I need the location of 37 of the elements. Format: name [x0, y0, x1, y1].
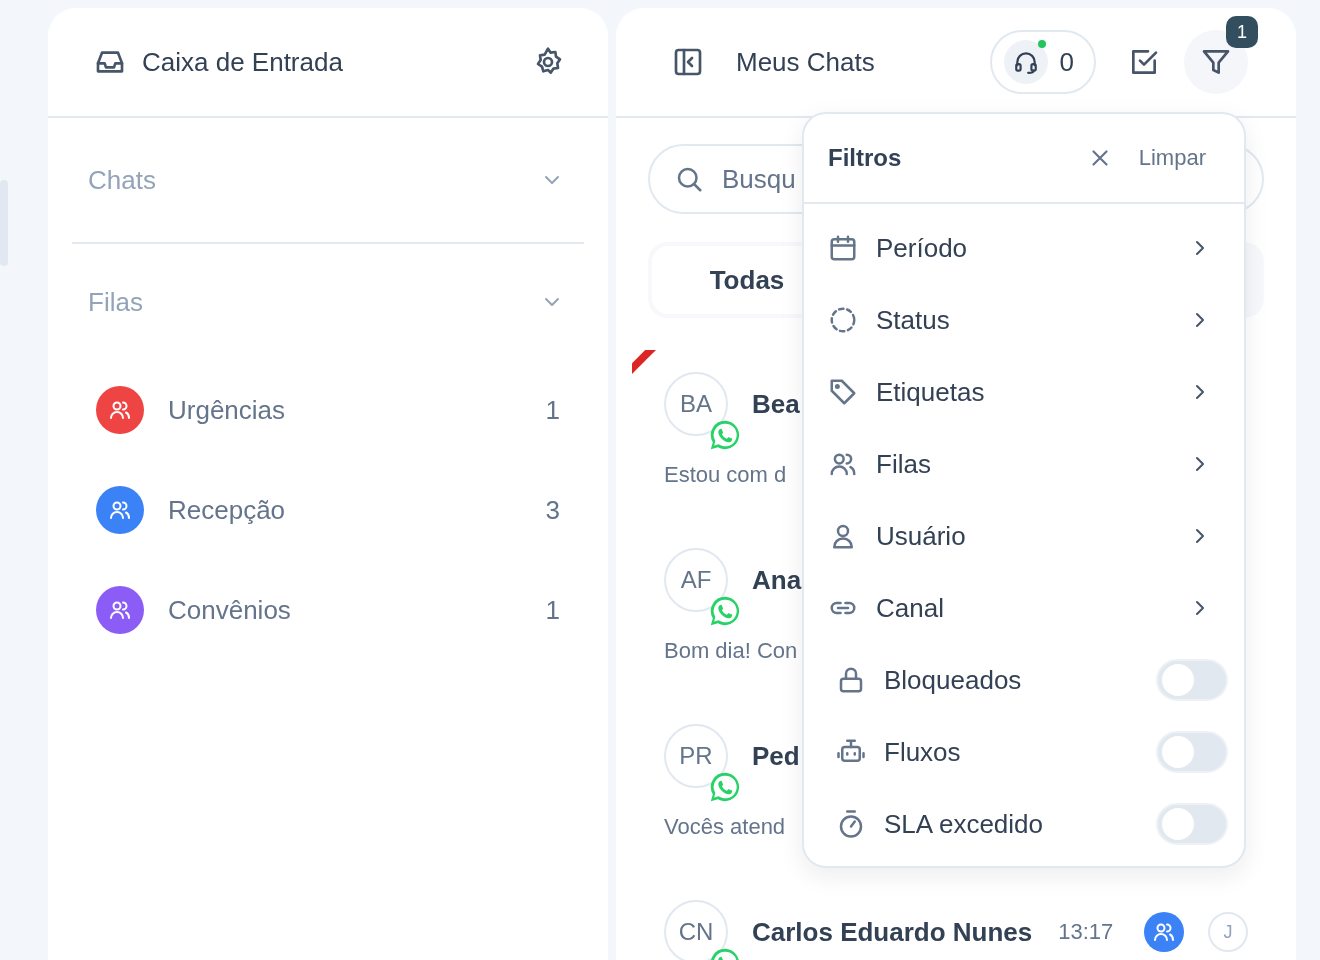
- calendar-icon: [828, 233, 858, 263]
- whatsapp-icon: [708, 770, 742, 804]
- message-preview: Bom dia! Con: [664, 638, 798, 664]
- contact-name: Carlos Eduardo Nunes: [752, 916, 1033, 948]
- toggle-switch[interactable]: [1156, 803, 1228, 845]
- online-agents-button[interactable]: 0: [989, 30, 1096, 94]
- queue-item[interactable]: Convênios 1: [72, 560, 584, 660]
- filter-label: Bloqueados: [884, 664, 1022, 696]
- contact-name: Ped: [752, 740, 800, 772]
- whatsapp-icon: [708, 418, 742, 452]
- clear-link[interactable]: Limpar: [1138, 145, 1206, 171]
- toggle-switch[interactable]: [1156, 659, 1228, 701]
- queue-item[interactable]: Recepção 3: [72, 460, 584, 560]
- message-preview: Vocês atend: [664, 814, 786, 840]
- online-dot: [1037, 40, 1046, 48]
- menu-title: Filtros: [828, 144, 902, 172]
- toggle-switch[interactable]: [1156, 731, 1228, 773]
- sidebar-collapse-icon[interactable]: [672, 46, 704, 78]
- count-badge: 1: [1226, 16, 1258, 48]
- tag-icon: [828, 377, 858, 407]
- filter-item[interactable]: Canal: [804, 572, 1244, 644]
- headset-icon: [1012, 49, 1039, 75]
- filter-item[interactable]: Filas: [804, 428, 1244, 500]
- queue-item[interactable]: Urgências 1: [72, 360, 584, 460]
- panel-title: Caixa de Entrada: [142, 46, 343, 78]
- agent-avatar: J: [1208, 912, 1248, 952]
- chat-time: 13:17: [1058, 919, 1114, 945]
- whatsapp-icon: [708, 594, 742, 628]
- contact-name: Ana: [752, 564, 802, 596]
- message-preview: Estou com d: [664, 462, 787, 488]
- contact-name: Bea: [752, 388, 800, 420]
- dashed-circle-icon: [828, 305, 858, 335]
- filter-item[interactable]: Usuário: [804, 500, 1244, 572]
- filter-label: SLA excedido: [884, 808, 1043, 840]
- panel-title: Meus Chats: [736, 46, 875, 78]
- filter-item[interactable]: Etiquetas: [804, 356, 1244, 428]
- filter-label: Fluxos: [884, 736, 961, 768]
